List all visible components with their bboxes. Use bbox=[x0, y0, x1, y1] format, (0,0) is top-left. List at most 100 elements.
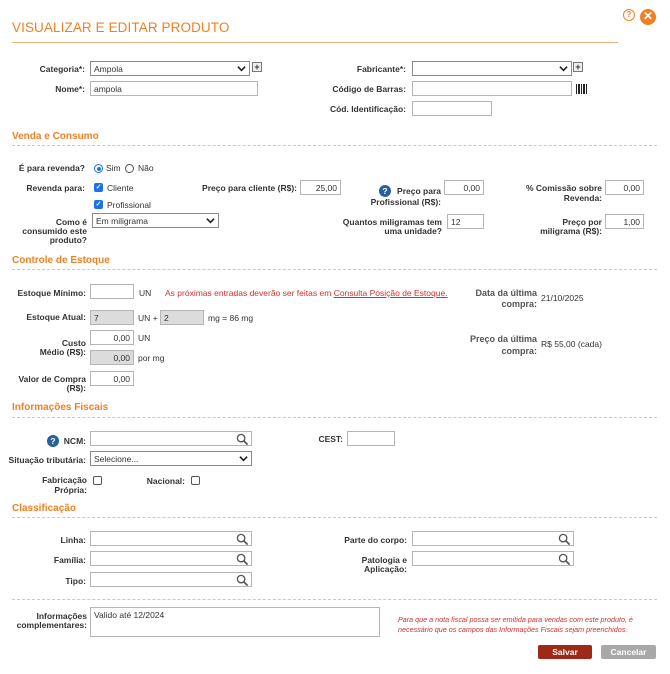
revenda-para-label: Revenda para: bbox=[26, 183, 85, 193]
preco-prof-input[interactable]: 0,00 bbox=[444, 180, 484, 195]
codident-label: Cód. Identificação: bbox=[329, 104, 406, 114]
patologia-input[interactable] bbox=[412, 551, 574, 566]
barcode-icon[interactable] bbox=[576, 84, 588, 94]
linha-label: Linha: bbox=[60, 535, 87, 545]
search-icon[interactable] bbox=[558, 553, 571, 566]
tipo-input[interactable] bbox=[90, 572, 252, 587]
estoque-atual-label: Estoque Atual: bbox=[26, 312, 86, 322]
add-fabricante-button[interactable]: + bbox=[573, 62, 583, 72]
help-icon[interactable]: ? bbox=[47, 435, 59, 447]
save-button[interactable]: Salvar bbox=[538, 645, 592, 659]
linha-input[interactable] bbox=[90, 531, 252, 546]
parte-corpo-input[interactable] bbox=[412, 531, 574, 546]
help-icon[interactable]: ? bbox=[623, 9, 635, 21]
consumo-select[interactable]: Em miligrama bbox=[92, 213, 219, 228]
search-icon[interactable] bbox=[558, 533, 571, 546]
categoria-label: Categoria*: bbox=[39, 64, 85, 74]
codbarras-input[interactable] bbox=[412, 81, 572, 96]
page-title: VISUALIZAR E EDITAR PRODUTO bbox=[12, 20, 230, 35]
chevron-down-icon bbox=[239, 456, 248, 462]
cliente-checkbox[interactable]: ✓ bbox=[94, 183, 103, 192]
nome-label: Nome*: bbox=[55, 84, 85, 94]
categoria-select[interactable]: Ampola bbox=[90, 61, 250, 76]
chevron-down-icon bbox=[237, 66, 246, 72]
section-controle-estoque: Controle de Estoque bbox=[12, 255, 110, 266]
close-icon[interactable]: ✕ bbox=[640, 9, 656, 25]
fabricacao-label-2: Própria: bbox=[54, 485, 87, 495]
compra-label-2: (R$): bbox=[66, 383, 86, 393]
compra-input[interactable]: 0,00 bbox=[90, 371, 134, 386]
search-icon[interactable] bbox=[236, 553, 249, 566]
chevron-down-icon bbox=[206, 218, 215, 224]
revenda-sim-radio[interactable] bbox=[94, 164, 103, 173]
preco-ultima-label-1: Preço da última bbox=[469, 334, 537, 344]
preco-cliente-input[interactable]: 25,00 bbox=[300, 180, 341, 195]
familia-label: Família: bbox=[53, 555, 86, 565]
preco-cliente-label: Preço para cliente (R$): bbox=[202, 183, 297, 193]
codbarras-label: Código de Barras: bbox=[332, 84, 406, 94]
patologia-label-2: Aplicação: bbox=[364, 564, 407, 574]
complementares-textarea[interactable]: Valido até 12/2024 bbox=[90, 607, 380, 637]
parte-corpo-label: Parte do corpo: bbox=[344, 535, 407, 545]
preco-prof-label-1: Preço para bbox=[397, 186, 441, 196]
section-divider bbox=[12, 599, 657, 600]
preco-mg-label-2: miligrama (R$): bbox=[540, 226, 602, 236]
profissional-label: Profissional bbox=[107, 200, 151, 210]
data-ultima-label-1: Data da última bbox=[475, 288, 537, 298]
profissional-checkbox[interactable]: ✓ bbox=[94, 200, 103, 209]
tipo-label: Tipo: bbox=[65, 576, 86, 586]
chevron-down-icon bbox=[559, 66, 568, 72]
estoque-atual-un-text: UN + bbox=[138, 313, 158, 323]
revenda-nao-radio[interactable] bbox=[125, 164, 134, 173]
custo-label-2: Médio (R$): bbox=[39, 347, 86, 357]
cancel-button[interactable]: Cancelar bbox=[601, 645, 656, 659]
section-divider bbox=[12, 517, 657, 518]
consumo-value: Em miligrama bbox=[96, 216, 148, 226]
data-ultima-value: 21/10/2025 bbox=[541, 293, 584, 303]
section-divider bbox=[12, 145, 657, 146]
categoria-value: Ampola bbox=[94, 64, 123, 74]
fabricacao-propria-checkbox[interactable] bbox=[93, 476, 102, 485]
custo-un-text: UN bbox=[138, 333, 151, 343]
nacional-checkbox[interactable] bbox=[191, 476, 200, 485]
codident-input[interactable] bbox=[412, 101, 492, 116]
ncm-label: NCM: bbox=[63, 436, 86, 446]
search-icon[interactable] bbox=[236, 433, 249, 446]
qtd-mg-input[interactable]: 12 bbox=[447, 214, 484, 229]
search-icon[interactable] bbox=[236, 533, 249, 546]
estoque-min-input[interactable] bbox=[90, 284, 134, 299]
search-icon[interactable] bbox=[236, 574, 249, 587]
custo-un-input[interactable]: 0,00 bbox=[90, 330, 134, 345]
preco-mg-input[interactable]: 1,00 bbox=[605, 214, 644, 229]
preco-ultima-value: R$ 55,00 (cada) bbox=[541, 339, 602, 349]
situacao-value: Selecione... bbox=[94, 454, 139, 464]
custo-mg-input: 0,00 bbox=[90, 350, 134, 365]
fabricante-label: Fabricante*: bbox=[356, 64, 406, 74]
complementares-label-2: complementares: bbox=[16, 620, 87, 630]
section-informacoes-fiscais: Informações Fiscais bbox=[12, 402, 109, 413]
preco-ultima-label-2: compra: bbox=[501, 346, 537, 356]
estoque-atual-mg-input: 2 bbox=[160, 310, 204, 325]
add-categoria-button[interactable]: + bbox=[252, 62, 262, 72]
ncm-input[interactable] bbox=[90, 431, 252, 446]
fabricante-select[interactable] bbox=[412, 61, 572, 76]
nacional-label: Nacional: bbox=[146, 476, 185, 486]
revenda-label: É para revenda? bbox=[18, 163, 85, 173]
data-ultima-label-2: compra: bbox=[501, 299, 537, 309]
estoque-min-unit: UN bbox=[139, 288, 152, 298]
familia-input[interactable] bbox=[90, 551, 252, 566]
cest-label: CEST: bbox=[318, 434, 343, 444]
estoque-atual-un-input: 7 bbox=[90, 310, 134, 325]
comissao-input[interactable]: 0,00 bbox=[605, 180, 644, 195]
cest-input[interactable] bbox=[347, 431, 395, 446]
section-classificacao: Classificação bbox=[12, 503, 76, 514]
section-divider bbox=[12, 269, 657, 270]
qtd-mg-label-2: uma unidade? bbox=[384, 226, 442, 236]
estoque-atual-mg-text: mg = 86 mg bbox=[208, 313, 254, 323]
nao-label: Não bbox=[138, 163, 154, 173]
section-venda-consumo: Venda e Consumo bbox=[12, 131, 99, 142]
nome-input[interactable]: ampola bbox=[90, 81, 258, 96]
consulta-estoque-link[interactable]: Consulta Posição de Estoque. bbox=[334, 288, 448, 298]
situacao-select[interactable]: Selecione... bbox=[90, 451, 252, 466]
custo-mg-text: por mg bbox=[138, 353, 165, 363]
